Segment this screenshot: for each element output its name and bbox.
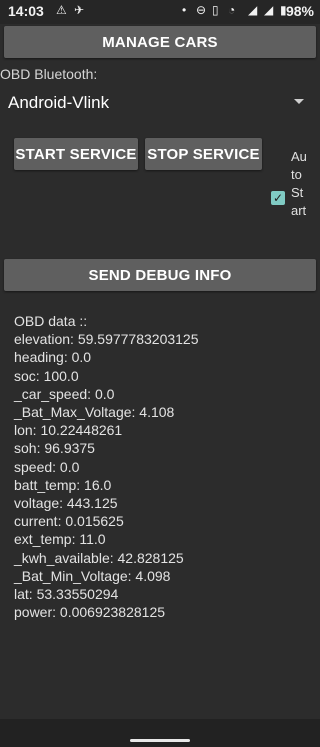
manage-cars-button[interactable]: MANAGE CARS <box>4 26 316 58</box>
vibrate-icon: ▯ <box>212 3 219 17</box>
obd-data-line: speed: 0.0 <box>14 458 80 475</box>
obd-data-line: current: 0.015625 <box>14 513 124 530</box>
dnd-icon: ⊖ <box>196 3 207 17</box>
auto-start-checkbox[interactable]: ✓ <box>271 191 285 205</box>
obd-bluetooth-dropdown[interactable]: Android-Vlink <box>0 86 320 120</box>
signal-icon: ◢ <box>248 3 258 17</box>
home-gesture-handle[interactable] <box>130 739 190 742</box>
obd-data-line: lat: 53.33550294 <box>14 586 119 603</box>
obd-data-line: ext_temp: 11.0 <box>14 531 106 548</box>
stop-service-button[interactable]: STOP SERVICE <box>145 138 262 170</box>
obd-data-header: OBD data :: <box>14 313 88 329</box>
send-debug-info-button[interactable]: SEND DEBUG INFO <box>4 259 316 291</box>
obd-data-line: _kwh_available: 42.828125 <box>14 549 184 566</box>
start-service-button[interactable]: START SERVICE <box>14 138 138 170</box>
obd-data-line: soc: 100.0 <box>14 367 79 384</box>
status-bar: 14:03 ⚠ ✈ • ⊖ ▯ ◔ ◢ ◢ ▮ 98% <box>0 0 320 24</box>
obd-data-line: voltage: 443.125 <box>14 495 118 512</box>
wifi-icon: ◔ <box>228 3 236 17</box>
obd-data-panel: OBD data :: elevation: 59.5977783203125 … <box>14 312 304 621</box>
obd-bluetooth-label: OBD Bluetooth: <box>0 66 98 82</box>
obd-data-line: soh: 96.9375 <box>14 440 95 457</box>
notification-icon: ⚠ <box>56 3 67 17</box>
navigation-bar <box>0 719 320 747</box>
obd-data-line: batt_temp: 16.0 <box>14 476 112 493</box>
auto-start-label: Auto Start <box>291 149 307 218</box>
activity-icon: ✈ <box>74 3 85 17</box>
battery-percent: 98% <box>285 3 314 19</box>
obd-data-line: _Bat_Max_Voltage: 4.108 <box>14 404 175 421</box>
obd-data-line: elevation: 59.5977783203125 <box>14 331 199 348</box>
obd-bluetooth-selected: Android-Vlink <box>8 93 110 112</box>
obd-data-line: _car_speed: 0.0 <box>14 385 115 402</box>
obd-data-line: power: 0.006923828125 <box>14 604 166 621</box>
dot-icon: • <box>182 3 187 17</box>
signal2-icon: ◢ <box>264 3 274 17</box>
status-time: 14:03 <box>8 3 44 19</box>
obd-data-line: lon: 10.22448261 <box>14 422 123 439</box>
obd-data-line: heading: 0.0 <box>14 349 92 366</box>
checkmark-icon: ✓ <box>272 191 284 205</box>
dropdown-caret-icon <box>294 99 304 104</box>
obd-data-line: _Bat_Min_Voltage: 4.098 <box>14 567 171 584</box>
